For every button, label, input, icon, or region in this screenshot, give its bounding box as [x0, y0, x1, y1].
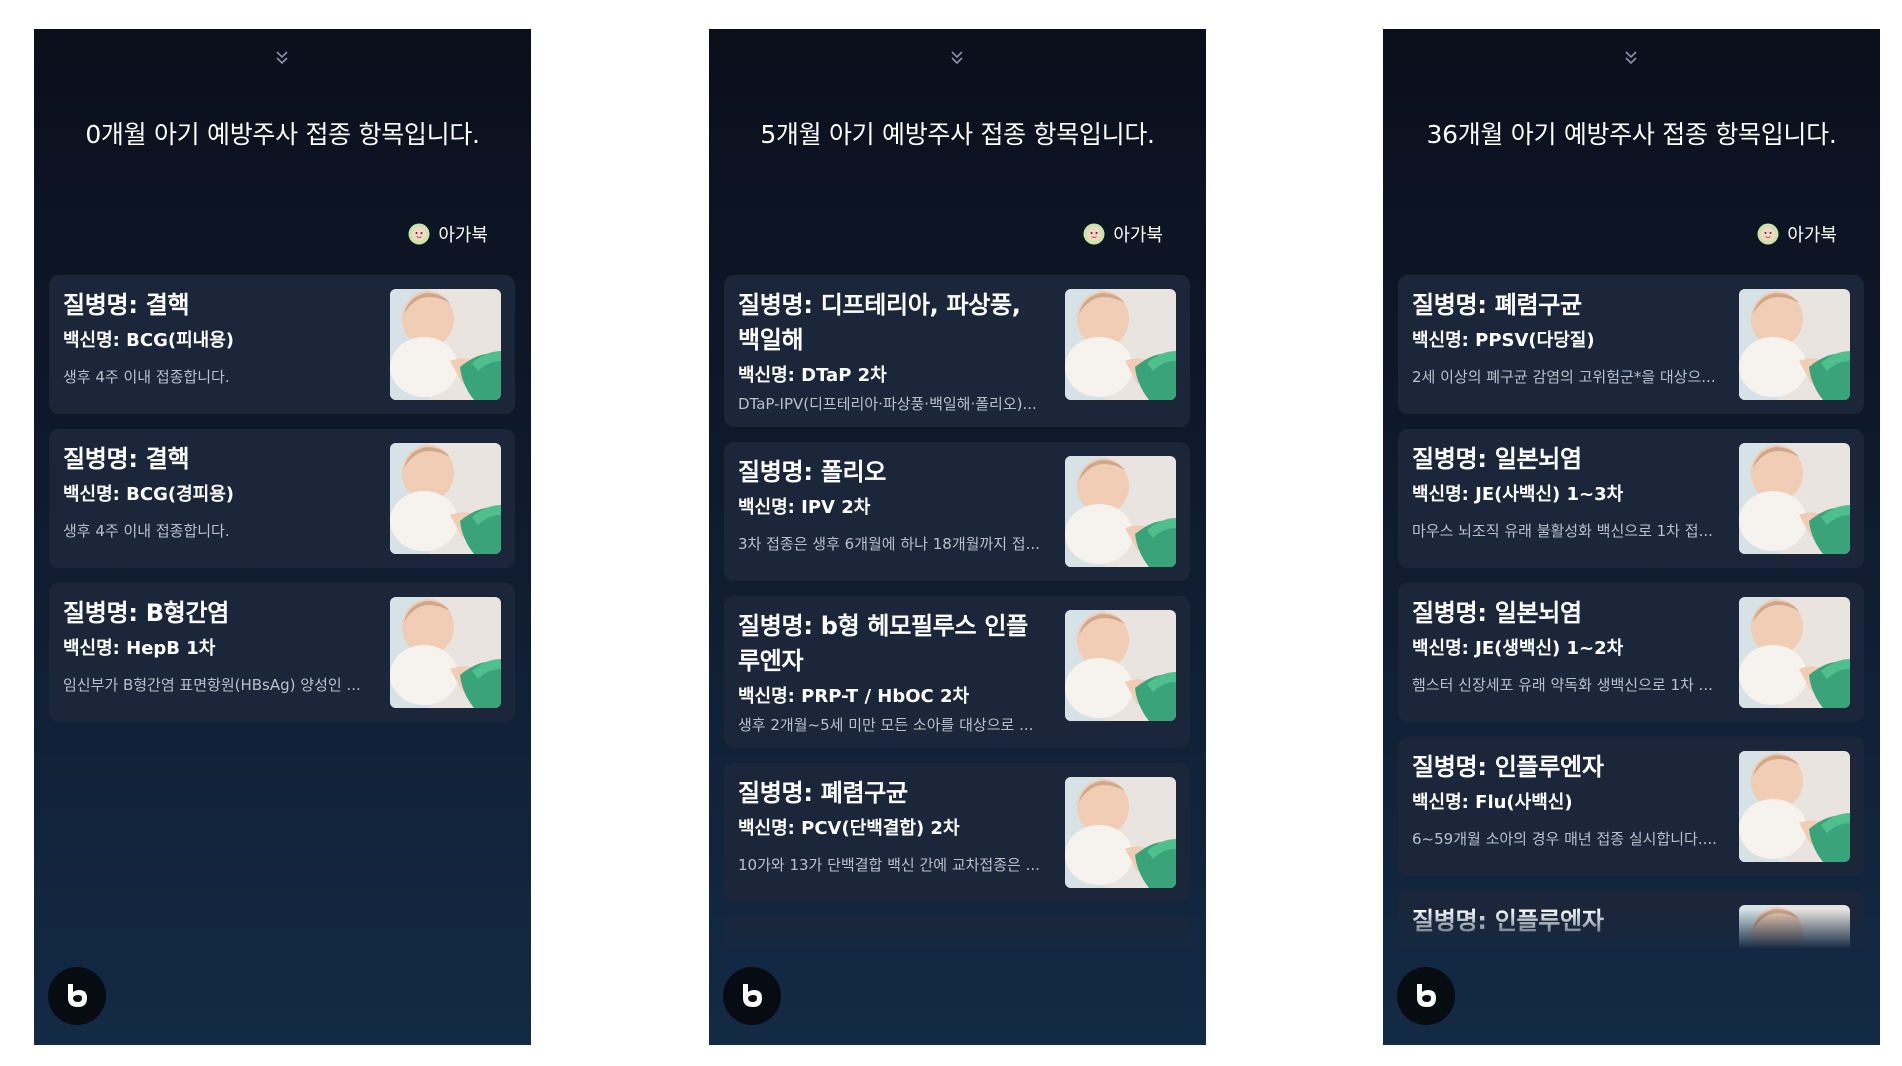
baby-vaccination-photo [1739, 289, 1850, 400]
double-chevron-down-icon[interactable] [1383, 47, 1880, 71]
double-chevron-down-icon[interactable] [709, 47, 1206, 71]
source-attribution[interactable]: 아가북 [408, 221, 488, 247]
phone-screen-36-month: 36개월 아기 예방주사 접종 항목입니다. 아가북 질병명: 폐렴구균 백신명… [1383, 29, 1880, 1045]
vaccine-name: 백신명: PCV(단백결합) 2차 [738, 818, 960, 839]
vaccine-name: 백신명: JE(생백신) 1~2차 [1412, 638, 1624, 659]
vaccine-card[interactable]: 질병명: b형 헤모필루스 인플루엔자 백신명: PRP-T / HbOC 2차… [724, 596, 1190, 748]
baby-vaccination-photo [1739, 905, 1850, 949]
bixby-icon [1417, 984, 1436, 1007]
vaccine-card[interactable]: 질병명: 일본뇌염 백신명: JE(생백신) 1~2차 햄스터 신장세포 유래 … [1398, 583, 1864, 722]
disease-name: 질병명: 인플루엔자 [1412, 753, 1604, 781]
source-label: 아가북 [1113, 225, 1163, 246]
vaccine-description: 3차 접종은 생후 6개월에 하나 18개월까지 접... [738, 535, 1040, 553]
vaccine-name: 백신명: DTaP 2차 [738, 365, 887, 386]
baby-vaccination-photo [1739, 597, 1850, 708]
vaccine-description: 생후 4주 이내 접종합니다. [63, 522, 230, 540]
baby-vaccination-photo [1065, 456, 1176, 567]
baby-vaccination-photo [390, 443, 501, 554]
disease-name: 질병명: 폴리오 [738, 458, 887, 486]
disease-name: 질병명: B형간염 [63, 599, 230, 627]
phone-screen-5-month: 5개월 아기 예방주사 접종 항목입니다. 아가북 질병명: 디프테리아, 파상… [709, 29, 1206, 1045]
vaccine-card[interactable]: 질병명: 인플루엔자 [1398, 891, 1864, 949]
vaccine-description: 6~59개월 소아의 경우 매년 접종 실시합니다.... [1412, 830, 1717, 848]
baby-vaccination-photo [1739, 443, 1850, 554]
vaccine-description: 임신부가 B형간염 표면항원(HBsAg) 양성인 ... [63, 676, 361, 694]
vaccine-card[interactable]: 질병명: 결핵 백신명: BCG(경피용) 생후 4주 이내 접종합니다. [49, 429, 515, 568]
disease-name: 질병명: 결핵 [63, 291, 190, 319]
baby-vaccination-photo [1065, 777, 1176, 888]
vaccine-description: 생후 4주 이내 접종합니다. [63, 368, 230, 386]
bixby-icon [743, 984, 762, 1007]
vaccine-description: 햄스터 신장세포 유래 약독화 생백신으로 1차 ... [1412, 676, 1713, 694]
baby-vaccination-photo [390, 289, 501, 400]
vaccine-description: 생후 2개월~5세 미만 모든 소아를 대상으로 ... [738, 716, 1034, 734]
source-label: 아가북 [1787, 225, 1837, 246]
vaccine-name: 백신명: BCG(피내용) [63, 330, 234, 351]
disease-name: 질병명: 일본뇌염 [1412, 445, 1582, 473]
bixby-button[interactable] [723, 967, 781, 1025]
phone-screen-0-month: 0개월 아기 예방주사 접종 항목입니다. 아가북 질병명: 결핵 백신명: B… [34, 29, 531, 1045]
headline: 5개월 아기 예방주사 접종 항목입니다. [760, 120, 1155, 149]
vaccine-name: 백신명: PRP-T / HbOC 2차 [738, 686, 970, 707]
baby-vaccination-photo [390, 597, 501, 708]
agabook-logo-icon [1757, 223, 1779, 245]
vaccine-description: 2세 이상의 폐구균 감염의 고위험군*을 대상으... [1412, 368, 1716, 386]
headline: 0개월 아기 예방주사 접종 항목입니다. [85, 120, 480, 149]
disease-name: 질병명: 디프테리아, 파상풍, 백일해 [738, 291, 1021, 354]
vaccine-name: 백신명: HepB 1차 [63, 638, 216, 659]
bixby-button[interactable] [1397, 967, 1455, 1025]
vaccine-card[interactable]: 질병명: 디프테리아, 파상풍, 백일해 백신명: DTaP 2차 DTaP-I… [724, 275, 1190, 427]
vaccine-name: 백신명: BCG(경피용) [63, 484, 234, 505]
disease-name: 질병명: 결핵 [63, 445, 190, 473]
double-chevron-down-icon[interactable] [34, 47, 531, 71]
vaccine-card[interactable]: 질병명: 결핵 백신명: BCG(피내용) 생후 4주 이내 접종합니다. [49, 275, 515, 414]
vaccine-card[interactable] [724, 917, 1190, 949]
source-attribution[interactable]: 아가북 [1083, 221, 1163, 247]
vaccine-name: 백신명: PPSV(다당질) [1412, 330, 1595, 351]
vaccine-card-list[interactable]: 질병명: 폐렴구균 백신명: PPSV(다당질) 2세 이상의 폐구균 감염의 … [1398, 275, 1864, 949]
headline: 36개월 아기 예방주사 접종 항목입니다. [1426, 120, 1837, 149]
baby-vaccination-photo [1065, 610, 1176, 721]
vaccine-card[interactable]: 질병명: 폐렴구균 백신명: PCV(단백결합) 2차 10가와 13가 단백결… [724, 763, 1190, 902]
bixby-button[interactable] [48, 967, 106, 1025]
agabook-logo-icon [1083, 223, 1105, 245]
disease-name: 질병명: 인플루엔자 [1412, 907, 1604, 935]
source-attribution[interactable]: 아가북 [1757, 221, 1837, 247]
baby-vaccination-photo [1065, 289, 1176, 400]
vaccine-description: DTaP-IPV(디프테리아·파상풍·백일해·폴리오)... [738, 395, 1037, 413]
vaccine-description: 10가와 13가 단백결합 백신 간에 교차접종은 ... [738, 856, 1040, 874]
agabook-logo-icon [408, 223, 430, 245]
bixby-icon [68, 984, 87, 1007]
vaccine-card[interactable]: 질병명: B형간염 백신명: HepB 1차 임신부가 B형간염 표면항원(HB… [49, 583, 515, 722]
disease-name: 질병명: 폐렴구균 [1412, 291, 1582, 319]
vaccine-description: 마우스 뇌조직 유래 불활성화 백신으로 1차 접... [1412, 522, 1713, 540]
disease-name: 질병명: 폐렴구균 [738, 779, 908, 807]
vaccine-card-list[interactable]: 질병명: 결핵 백신명: BCG(피내용) 생후 4주 이내 접종합니다. 질병… [49, 275, 515, 949]
vaccine-name: 백신명: JE(사백신) 1~3차 [1412, 484, 1624, 505]
source-label: 아가북 [438, 225, 488, 246]
vaccine-card-list[interactable]: 질병명: 디프테리아, 파상풍, 백일해 백신명: DTaP 2차 DTaP-I… [724, 275, 1190, 949]
disease-name: 질병명: 일본뇌염 [1412, 599, 1582, 627]
baby-vaccination-photo [1739, 751, 1850, 862]
vaccine-card[interactable]: 질병명: 폐렴구균 백신명: PPSV(다당질) 2세 이상의 폐구균 감염의 … [1398, 275, 1864, 414]
vaccine-card[interactable]: 질병명: 인플루엔자 백신명: Flu(사백신) 6~59개월 소아의 경우 매… [1398, 737, 1864, 876]
vaccine-card[interactable]: 질병명: 일본뇌염 백신명: JE(사백신) 1~3차 마우스 뇌조직 유래 불… [1398, 429, 1864, 568]
vaccine-name: 백신명: Flu(사백신) [1412, 792, 1573, 813]
disease-name: 질병명: b형 헤모필루스 인플루엔자 [738, 612, 1028, 675]
vaccine-card[interactable]: 질병명: 폴리오 백신명: IPV 2차 3차 접종은 생후 6개월에 하나 1… [724, 442, 1190, 581]
vaccine-name: 백신명: IPV 2차 [738, 497, 871, 518]
